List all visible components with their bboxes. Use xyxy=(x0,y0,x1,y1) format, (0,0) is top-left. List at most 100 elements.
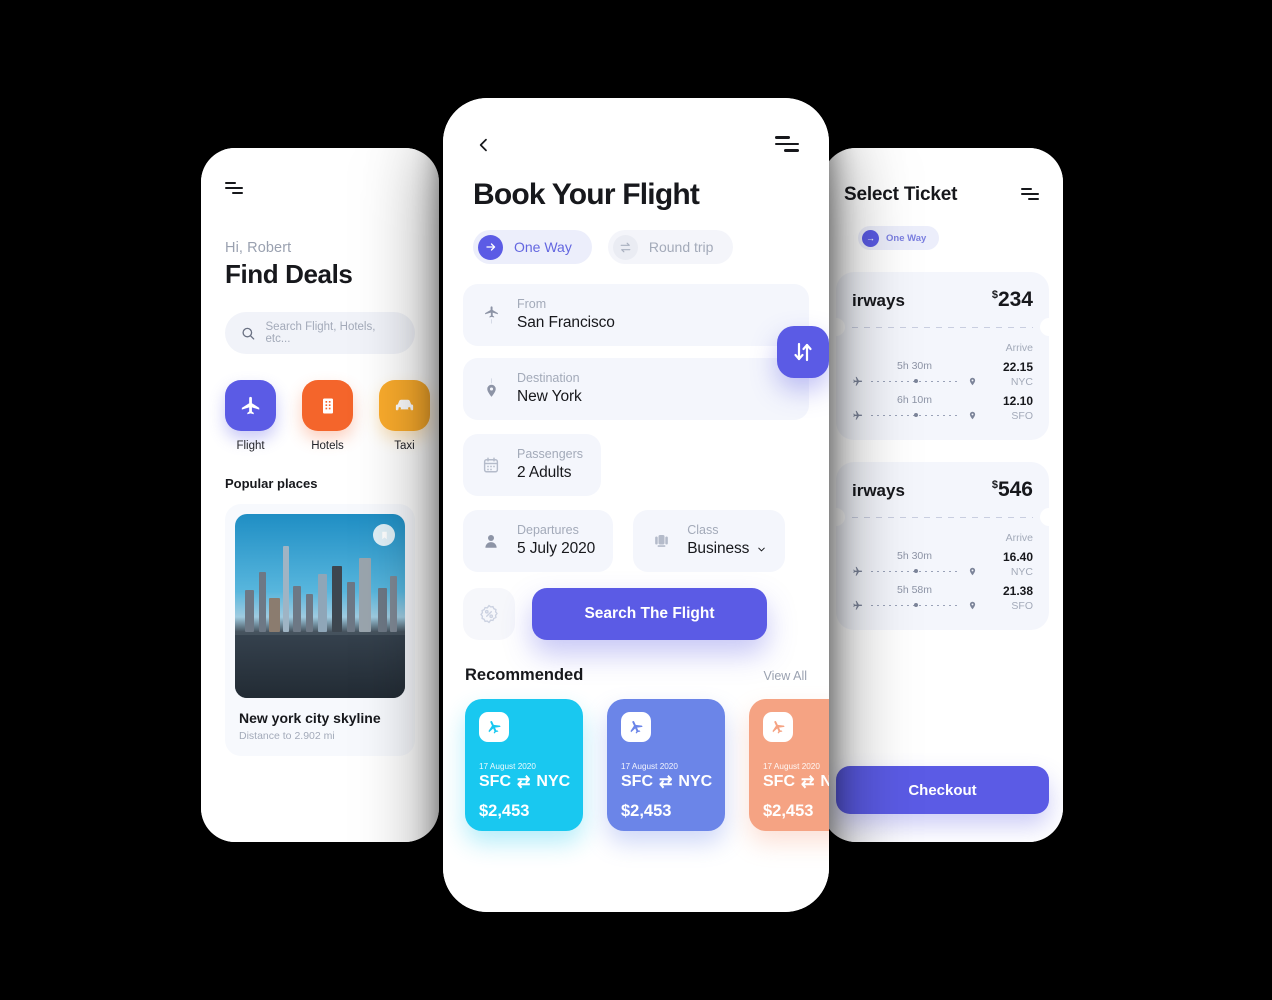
location-pin-icon xyxy=(969,567,976,575)
category-taxi[interactable]: Taxi xyxy=(379,380,430,452)
card-route: SFC ⇄ NYC xyxy=(763,773,829,791)
departures-field[interactable]: Departures 5 July 2020 xyxy=(463,510,614,572)
trip-type-label: One Way xyxy=(886,232,927,244)
calendar-icon xyxy=(481,456,501,474)
card-date: 17 August 2020 xyxy=(621,762,678,771)
ticket-price: $546 xyxy=(991,478,1033,501)
flight-leg: 5h 58m 21.38 SFO xyxy=(852,584,1033,612)
notch-left xyxy=(827,318,845,336)
field-label: Class xyxy=(687,523,719,537)
notch-left xyxy=(827,508,845,526)
search-flight-button[interactable]: Search The Flight xyxy=(532,588,767,640)
field-value: Business xyxy=(687,540,767,558)
ticket-header: irways $546 xyxy=(852,478,1033,502)
location-pin-icon xyxy=(969,411,976,419)
field-value: 5 July 2020 xyxy=(517,540,596,557)
card-price: $2,453 xyxy=(763,802,814,820)
departures-class-row: Departures 5 July 2020 Class Business xyxy=(443,510,829,572)
leg-airport-code: NYC xyxy=(1010,376,1033,388)
airplane-icon xyxy=(763,712,793,742)
building-icon xyxy=(302,380,353,431)
field-value: New York xyxy=(517,388,582,405)
route-separator-icon: ⇄ xyxy=(659,774,673,791)
field-label: Passengers xyxy=(517,447,584,461)
leg-airport-code: SFO xyxy=(1011,600,1033,612)
back-button[interactable] xyxy=(473,134,495,156)
discount-button[interactable] xyxy=(463,588,515,640)
category-hotels[interactable]: Hotels xyxy=(302,380,353,452)
card-price: $2,453 xyxy=(479,802,530,820)
leg-airport-code: SFO xyxy=(1011,410,1033,422)
ticket-header: irways $234 xyxy=(852,288,1033,312)
field-label: Destination xyxy=(517,371,580,385)
trip-type-row: → One Way xyxy=(822,206,1063,250)
arrive-label: Arrive xyxy=(1005,532,1033,544)
notch-right xyxy=(1040,508,1058,526)
passengers-field[interactable]: Passengers 2 Adults xyxy=(463,434,602,496)
arrive-label: Arrive xyxy=(1005,342,1033,354)
location-pin-icon xyxy=(969,377,976,385)
field-label: From xyxy=(517,297,547,311)
card-date: 17 August 2020 xyxy=(479,762,536,771)
route-fields: From San Francisco Destination New York xyxy=(463,284,829,420)
page-title: Select Ticket xyxy=(844,184,958,205)
recommended-cards: 17 August 2020 SFC ⇄ NYC $2,453 17 Augus… xyxy=(443,699,829,831)
flight-leg: 5h 30m 16.40 NYC xyxy=(852,550,1033,578)
ticket-price: $234 xyxy=(991,288,1033,311)
ticket-card[interactable]: irways $546 Arrive 5h 30m 16.40 NYC 5h 5… xyxy=(827,462,1058,630)
recommended-card[interactable]: 17 August 2020 SFC ⇄ NYC $2,453 xyxy=(465,699,583,831)
route-separator-icon: ⇄ xyxy=(517,774,531,791)
from-field[interactable]: From San Francisco xyxy=(463,284,809,346)
hamburger-menu-icon[interactable] xyxy=(1021,188,1039,202)
section-title-popular-places: Popular places xyxy=(225,476,318,491)
tab-round-trip[interactable]: Round trip xyxy=(607,230,734,264)
card-price: $2,453 xyxy=(621,802,672,820)
field-label: Departures xyxy=(517,523,579,537)
recommended-card[interactable]: 17 August 2020 SFC ⇄ NYC $2,453 xyxy=(749,699,829,831)
swap-horizontal-icon xyxy=(612,234,638,260)
hamburger-menu-icon[interactable] xyxy=(225,182,243,196)
left-header: Hi, Robert Find Deals xyxy=(201,148,439,290)
recommended-card[interactable]: 17 August 2020 SFC ⇄ NYC $2,453 xyxy=(607,699,725,831)
airplane-icon xyxy=(621,712,651,742)
category-flight[interactable]: Flight xyxy=(225,380,276,452)
search-icon xyxy=(242,327,255,340)
leg-airport-code: NYC xyxy=(1010,566,1033,578)
arrow-right-icon xyxy=(478,234,503,260)
ticket-divider xyxy=(827,508,1058,526)
chevron-left-icon xyxy=(479,138,487,152)
field-value: 2 Adults xyxy=(517,464,572,481)
airplane-icon xyxy=(225,380,276,431)
trip-type-one-way[interactable]: → One Way xyxy=(858,226,940,250)
location-pin-icon xyxy=(969,601,976,609)
leg-time: 21.38 xyxy=(1002,584,1033,598)
leg-time: 12.10 xyxy=(1002,394,1033,408)
search-input[interactable]: Search Flight, Hotels, etc... xyxy=(225,312,415,354)
place-image xyxy=(235,514,405,698)
hamburger-menu-icon[interactable] xyxy=(775,136,799,154)
place-card[interactable]: New york city skyline Distance to 2.902 … xyxy=(225,504,415,756)
field-value: San Francisco xyxy=(517,314,615,331)
airline-name: irways xyxy=(852,291,905,310)
ticket-card[interactable]: irways $234 Arrive 5h 30m 22.15 NYC 6h 1… xyxy=(827,272,1058,440)
airplane-icon xyxy=(853,410,863,420)
view-all-link[interactable]: View All xyxy=(763,669,807,683)
arrow-right-icon: → xyxy=(862,229,879,247)
tab-one-way[interactable]: One Way xyxy=(473,230,592,264)
chevron-down-icon[interactable] xyxy=(756,544,767,555)
bookmark-icon[interactable] xyxy=(373,524,395,546)
card-route: SFC ⇄ NYC xyxy=(479,773,571,791)
airplane-icon xyxy=(853,376,863,386)
mockup-stage: Hi, Robert Find Deals Search Flight, Hot… xyxy=(0,0,1272,1000)
class-field[interactable]: Class Business xyxy=(633,510,786,572)
swap-button[interactable] xyxy=(777,326,829,378)
checkout-button[interactable]: Checkout xyxy=(836,766,1049,814)
destination-field[interactable]: Destination New York xyxy=(463,358,809,420)
page-title: Book Your Flight xyxy=(473,178,700,211)
car-icon xyxy=(379,380,430,431)
leg-duration: 5h 30m xyxy=(896,550,933,562)
airline-name: irways xyxy=(852,481,905,500)
airplane-icon xyxy=(479,712,509,742)
notch-right xyxy=(1040,318,1058,336)
route-separator-icon: ⇄ xyxy=(801,774,815,791)
